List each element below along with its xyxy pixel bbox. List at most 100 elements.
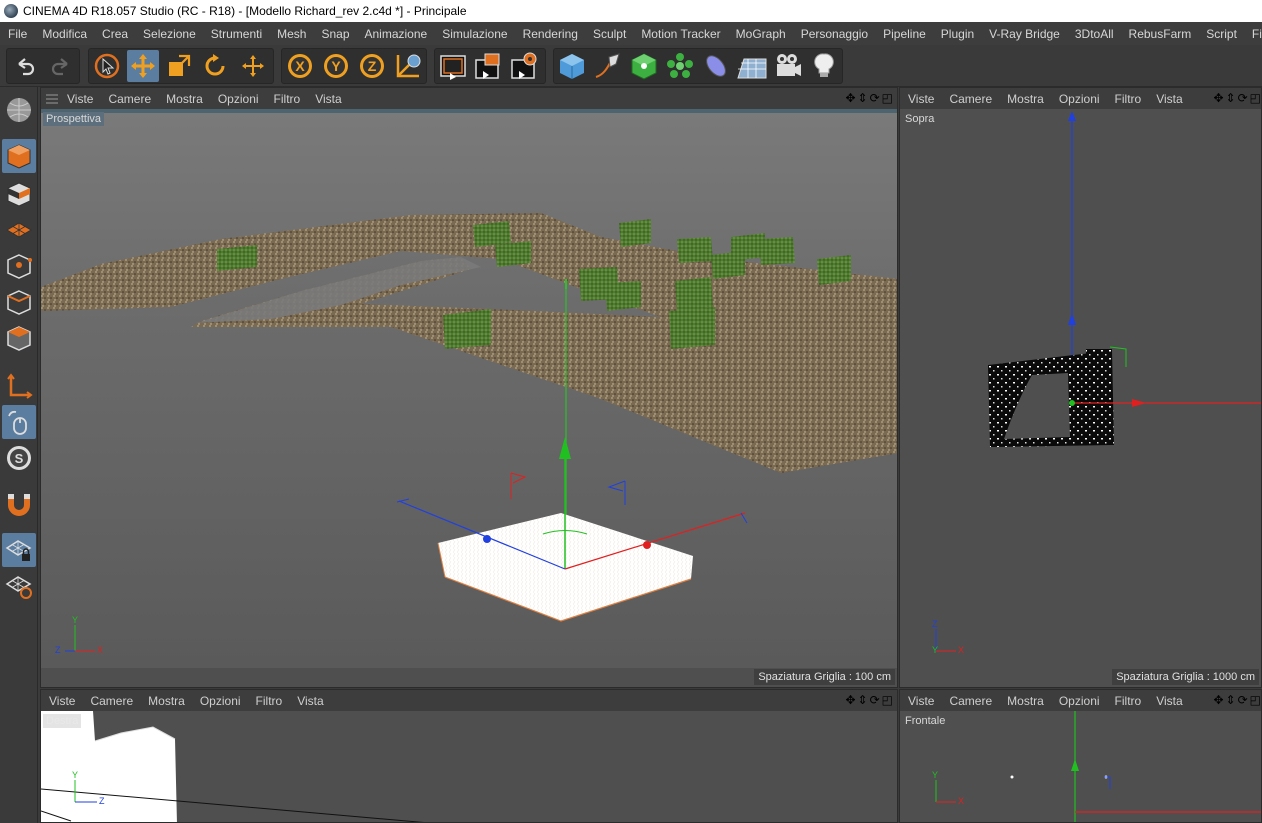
maximize-icon[interactable]: ◰ xyxy=(1250,693,1261,707)
snapping-icon[interactable] xyxy=(2,487,36,521)
workplane-lock-icon[interactable] xyxy=(2,533,36,567)
zoom-icon[interactable]: ⇕ xyxy=(858,91,868,105)
light-icon[interactable] xyxy=(808,50,840,82)
live-selection-icon[interactable] xyxy=(91,50,123,82)
viewport-menu-filtro[interactable]: Filtro xyxy=(266,92,308,106)
coordinate-system-icon[interactable] xyxy=(392,50,424,82)
orbit-icon[interactable]: ⟳ xyxy=(1238,91,1248,105)
rotate-icon[interactable] xyxy=(199,50,231,82)
viewport-menu-filtro[interactable]: Filtro xyxy=(1107,694,1149,708)
recent-tools-icon[interactable] xyxy=(237,50,269,82)
redo-icon[interactable] xyxy=(45,50,77,82)
viewport-menu-camere[interactable]: Camere xyxy=(82,694,140,708)
scale-icon[interactable] xyxy=(163,50,195,82)
menu-item-pipeline[interactable]: Pipeline xyxy=(875,27,933,41)
pan-icon[interactable]: ✥ xyxy=(845,91,855,105)
viewport-menu-vista[interactable]: Vista xyxy=(307,92,348,106)
maximize-icon[interactable]: ◰ xyxy=(882,693,893,707)
workplane-mode-icon[interactable] xyxy=(2,213,36,247)
menu-item-rendering[interactable]: Rendering xyxy=(515,27,585,41)
pan-icon[interactable]: ✥ xyxy=(845,693,855,707)
menu-item-finestre[interactable]: Finestre xyxy=(1244,27,1262,41)
maximize-icon[interactable]: ◰ xyxy=(882,91,893,105)
viewport-menu-mostra[interactable]: Mostra xyxy=(158,92,210,106)
viewport-menu-opzioni[interactable]: Opzioni xyxy=(192,694,248,708)
viewport-menu-vista[interactable]: Vista xyxy=(1148,92,1189,106)
points-mode-icon[interactable] xyxy=(2,249,36,283)
menu-item-file[interactable]: File xyxy=(0,27,34,41)
viewport-menu-opzioni[interactable]: Opzioni xyxy=(210,92,266,106)
render-picture-viewer-icon[interactable] xyxy=(472,50,504,82)
polygons-mode-icon[interactable] xyxy=(2,321,36,355)
perspective-viewport[interactable]: Viste Camere Mostra Opzioni Filtro Vista ✥ ⇕ … xyxy=(40,87,898,688)
right-viewport[interactable]: Viste Camere Mostra Opzioni Filtro Vista ✥ ⇕ … xyxy=(40,689,898,823)
menu-item-animazione[interactable]: Animazione xyxy=(357,27,435,41)
menu-item-simulazione[interactable]: Simulazione xyxy=(434,27,514,41)
render-view-icon[interactable] xyxy=(437,50,469,82)
viewport-menu-mostra[interactable]: Mostra xyxy=(999,92,1051,106)
menu-item-motion-tracker[interactable]: Motion Tracker xyxy=(633,27,727,41)
viewport-menu-vista[interactable]: Vista xyxy=(289,694,330,708)
menu-item-sculpt[interactable]: Sculpt xyxy=(585,27,633,41)
camera-icon[interactable] xyxy=(772,50,804,82)
top-viewport[interactable]: Viste Camere Mostra Opzioni Filtro Vista ✥ ⇕ … xyxy=(899,87,1262,688)
menu-item-strumenti[interactable]: Strumenti xyxy=(203,27,269,41)
zoom-icon[interactable]: ⇕ xyxy=(858,693,868,707)
menu-item-crea[interactable]: Crea xyxy=(94,27,135,41)
maximize-icon[interactable]: ◰ xyxy=(1250,91,1261,105)
viewport-menu-opzioni[interactable]: Opzioni xyxy=(1051,92,1107,106)
axis-mode-icon[interactable] xyxy=(2,369,36,403)
cloner-icon[interactable] xyxy=(664,50,696,82)
deformer-icon[interactable] xyxy=(700,50,732,82)
workplane-align-icon[interactable] xyxy=(2,569,36,603)
viewport-menu-camere[interactable]: Camere xyxy=(100,92,158,106)
y-axis-lock-icon[interactable]: Y xyxy=(320,50,352,82)
cube-primitive-icon[interactable] xyxy=(556,50,588,82)
z-axis-lock-icon[interactable]: Z xyxy=(356,50,388,82)
x-axis-lock-icon[interactable]: X xyxy=(284,50,316,82)
solo-mode-icon[interactable]: S xyxy=(2,441,36,475)
viewport-menu-viste[interactable]: Viste xyxy=(41,694,82,708)
texture-mode-icon[interactable] xyxy=(2,177,36,211)
pan-icon[interactable]: ✥ xyxy=(1213,91,1223,105)
zoom-icon[interactable]: ⇕ xyxy=(1226,91,1236,105)
viewport-menu-viste[interactable]: Viste xyxy=(900,92,941,106)
tweak-mode-icon[interactable] xyxy=(2,405,36,439)
undo-icon[interactable] xyxy=(9,50,41,82)
viewport-menu-mostra[interactable]: Mostra xyxy=(999,694,1051,708)
menu-item-snap[interactable]: Snap xyxy=(313,27,356,41)
edges-mode-icon[interactable] xyxy=(2,285,36,319)
viewport-menu-opzioni[interactable]: Opzioni xyxy=(1051,694,1107,708)
viewport-menu-vista[interactable]: Vista xyxy=(1148,694,1189,708)
menu-item-3dtoall[interactable]: 3DtoAll xyxy=(1067,27,1121,41)
viewport-menu-viste[interactable]: Viste xyxy=(59,92,100,106)
zoom-icon[interactable]: ⇕ xyxy=(1226,693,1236,707)
menu-item-mesh[interactable]: Mesh xyxy=(269,27,313,41)
orbit-icon[interactable]: ⟳ xyxy=(870,693,880,707)
pan-icon[interactable]: ✥ xyxy=(1213,693,1223,707)
viewport-menu-mostra[interactable]: Mostra xyxy=(140,694,192,708)
menu-item-selezione[interactable]: Selezione xyxy=(135,27,203,41)
menu-item-v-ray-bridge[interactable]: V-Ray Bridge xyxy=(981,27,1067,41)
orbit-icon[interactable]: ⟳ xyxy=(1238,693,1248,707)
move-icon[interactable] xyxy=(127,50,159,82)
menu-item-personaggio[interactable]: Personaggio xyxy=(793,27,875,41)
menu-item-script[interactable]: Script xyxy=(1198,27,1244,41)
viewport-menu-filtro[interactable]: Filtro xyxy=(248,694,290,708)
menu-item-modifica[interactable]: Modifica xyxy=(34,27,94,41)
viewport-menu-camere[interactable]: Camere xyxy=(941,694,999,708)
orbit-icon[interactable]: ⟳ xyxy=(870,91,880,105)
menu-item-rebusfarm[interactable]: RebusFarm xyxy=(1121,27,1199,41)
floor-environment-icon[interactable] xyxy=(736,50,768,82)
front-viewport[interactable]: Viste Camere Mostra Opzioni Filtro Vista ✥ ⇕ … xyxy=(899,689,1262,823)
make-editable-icon[interactable] xyxy=(2,93,36,127)
viewport-menu-filtro[interactable]: Filtro xyxy=(1107,92,1149,106)
viewport-menu-camere[interactable]: Camere xyxy=(941,92,999,106)
viewport-menu-viste[interactable]: Viste xyxy=(900,694,941,708)
subdivision-icon[interactable] xyxy=(628,50,660,82)
menu-item-mograph[interactable]: MoGraph xyxy=(728,27,793,41)
model-mode-icon[interactable] xyxy=(2,139,36,173)
menu-item-plugin[interactable]: Plugin xyxy=(933,27,981,41)
pen-spline-icon[interactable] xyxy=(592,50,624,82)
render-settings-icon[interactable] xyxy=(508,50,540,82)
